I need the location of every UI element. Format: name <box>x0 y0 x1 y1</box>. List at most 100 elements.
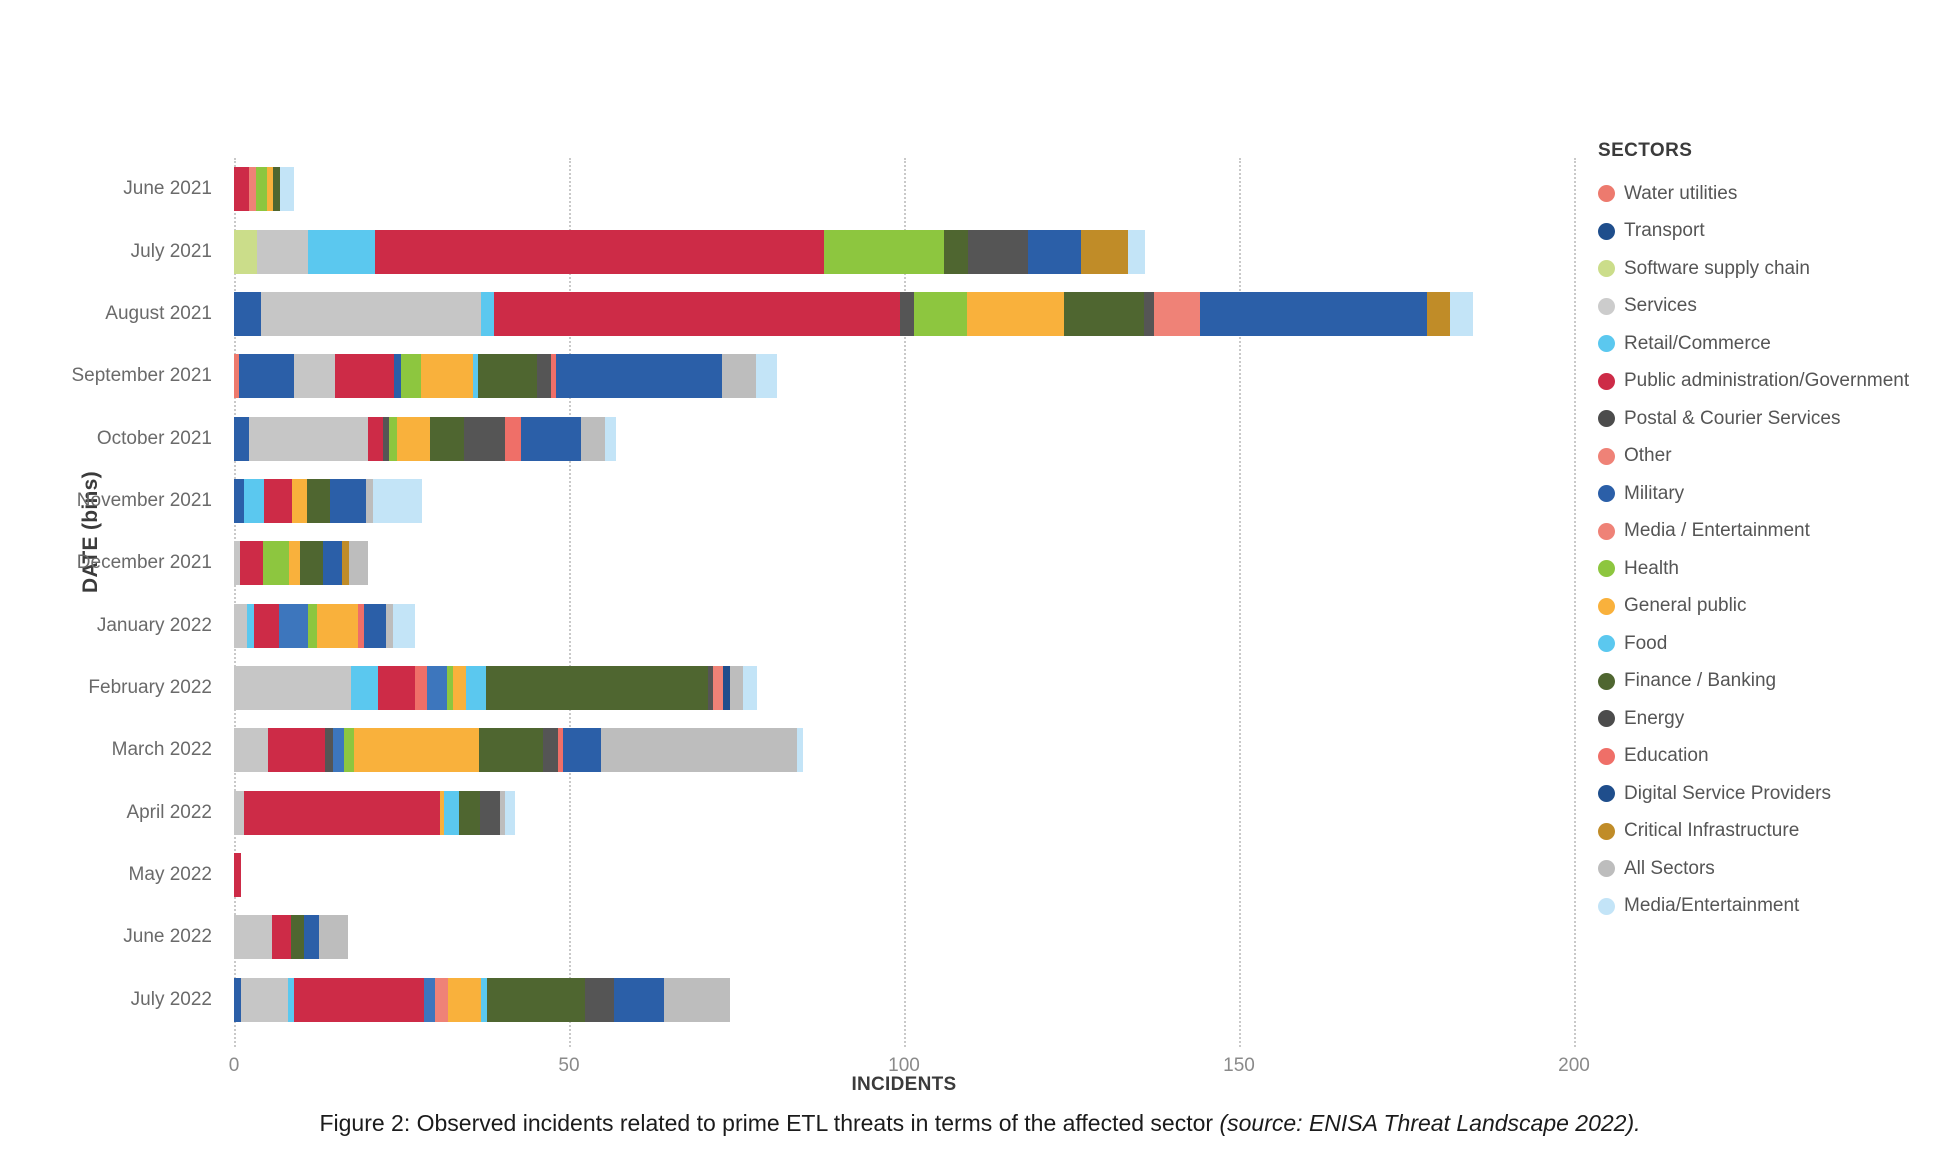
bar-segment[interactable] <box>234 728 268 773</box>
legend-item[interactable]: Health <box>1598 550 1948 588</box>
bar-segment[interactable] <box>427 666 448 711</box>
bar-segment[interactable] <box>1027 229 1082 274</box>
bar-segment[interactable] <box>664 977 730 1022</box>
bar-segment[interactable] <box>755 354 777 399</box>
bar-segment[interactable] <box>307 478 330 523</box>
bar-segment[interactable] <box>536 354 551 399</box>
bar-segment[interactable] <box>372 478 422 523</box>
bar-segment[interactable] <box>712 666 723 711</box>
bar-segment[interactable] <box>729 666 744 711</box>
bar-segment[interactable] <box>466 666 487 711</box>
stacked-bar[interactable] <box>234 416 616 461</box>
bar-segment[interactable] <box>319 915 348 960</box>
bar-segment[interactable] <box>234 167 250 212</box>
legend-item[interactable]: Education <box>1598 738 1948 776</box>
bar-segment[interactable] <box>248 416 369 461</box>
stacked-bar[interactable] <box>234 541 368 586</box>
bar-segment[interactable] <box>1081 229 1129 274</box>
bar-segment[interactable] <box>424 977 436 1022</box>
bar-segment[interactable] <box>335 354 394 399</box>
bar-segment[interactable] <box>521 416 581 461</box>
bar-segment[interactable] <box>293 977 425 1022</box>
bar-segment[interactable] <box>254 603 279 648</box>
bar-segment[interactable] <box>913 291 967 336</box>
bar-segment[interactable] <box>421 354 473 399</box>
stacked-bar[interactable] <box>234 478 422 523</box>
legend-item[interactable]: All Sectors <box>1598 850 1948 888</box>
bar-segment[interactable] <box>322 541 342 586</box>
bar-segment[interactable] <box>944 229 968 274</box>
bar-segment[interactable] <box>307 229 375 274</box>
bar-segment[interactable] <box>385 603 393 648</box>
bar-segment[interactable] <box>463 416 505 461</box>
bar-segment[interactable] <box>1450 291 1474 336</box>
bar-segment[interactable] <box>240 541 263 586</box>
legend-item[interactable]: Critical Infrastructure <box>1598 813 1948 851</box>
bar-segment[interactable] <box>300 541 323 586</box>
bar-segment[interactable] <box>743 666 757 711</box>
legend-item[interactable]: Energy <box>1598 700 1948 738</box>
bar-segment[interactable] <box>1153 291 1201 336</box>
stacked-bar[interactable] <box>234 790 516 835</box>
bar-segment[interactable] <box>264 478 293 523</box>
legend-item[interactable]: Media / Entertainment <box>1598 513 1948 551</box>
bar-segment[interactable] <box>351 666 379 711</box>
bar-segment[interactable] <box>722 666 730 711</box>
bar-segment[interactable] <box>290 915 305 960</box>
bar-segment[interactable] <box>234 666 352 711</box>
bar-segment[interactable] <box>1426 291 1451 336</box>
bar-segment[interactable] <box>389 416 397 461</box>
bar-segment[interactable] <box>255 167 268 212</box>
bar-segment[interactable] <box>241 977 289 1022</box>
bar-segment[interactable] <box>479 790 500 835</box>
bar-segment[interactable] <box>400 354 422 399</box>
bar-segment[interactable] <box>247 603 255 648</box>
bar-segment[interactable] <box>486 977 585 1022</box>
bar-segment[interactable] <box>396 416 431 461</box>
legend-item[interactable]: General public <box>1598 588 1948 626</box>
bar-segment[interactable] <box>238 354 294 399</box>
bar-segment[interactable] <box>288 541 301 586</box>
bar-segment[interactable] <box>257 229 308 274</box>
bar-segment[interactable] <box>234 915 272 960</box>
legend-item[interactable]: Public administration/Government <box>1598 363 1948 401</box>
bar-segment[interactable] <box>329 478 367 523</box>
legend-item[interactable]: Other <box>1598 438 1948 476</box>
bar-segment[interactable] <box>333 728 344 773</box>
bar-segment[interactable] <box>900 291 914 336</box>
legend-item[interactable]: Services <box>1598 288 1948 326</box>
bar-segment[interactable] <box>448 977 481 1022</box>
bar-segment[interactable] <box>325 728 334 773</box>
bar-segment[interactable] <box>234 416 249 461</box>
bar-segment[interactable] <box>244 790 441 835</box>
bar-segment[interactable] <box>234 229 258 274</box>
bar-segment[interactable] <box>486 666 708 711</box>
bar-segment[interactable] <box>600 728 797 773</box>
stacked-bar[interactable] <box>234 291 1474 336</box>
bar-segment[interactable] <box>613 977 665 1022</box>
bar-segment[interactable] <box>478 354 537 399</box>
bar-segment[interactable] <box>459 790 480 835</box>
bar-segment[interactable] <box>292 478 308 523</box>
bar-segment[interactable] <box>278 603 308 648</box>
bar-segment[interactable] <box>317 603 358 648</box>
bar-segment[interactable] <box>504 416 522 461</box>
stacked-bar[interactable] <box>234 603 415 648</box>
bar-segment[interactable] <box>378 666 416 711</box>
legend-item[interactable]: Finance / Banking <box>1598 663 1948 701</box>
bar-segment[interactable] <box>823 229 945 274</box>
bar-segment[interactable] <box>480 291 494 336</box>
bar-segment[interactable] <box>279 167 295 212</box>
bar-segment[interactable] <box>234 853 241 898</box>
bar-segment[interactable] <box>234 977 242 1022</box>
bar-segment[interactable] <box>368 416 384 461</box>
legend-item[interactable]: Transport <box>1598 213 1948 251</box>
bar-segment[interactable] <box>234 603 248 648</box>
bar-segment[interactable] <box>262 541 289 586</box>
bar-segment[interactable] <box>505 790 516 835</box>
bar-segment[interactable] <box>435 977 449 1022</box>
bar-segment[interactable] <box>234 478 244 523</box>
bar-segment[interactable] <box>341 541 350 586</box>
bar-segment[interactable] <box>493 291 901 336</box>
legend-item[interactable]: Postal & Courier Services <box>1598 400 1948 438</box>
